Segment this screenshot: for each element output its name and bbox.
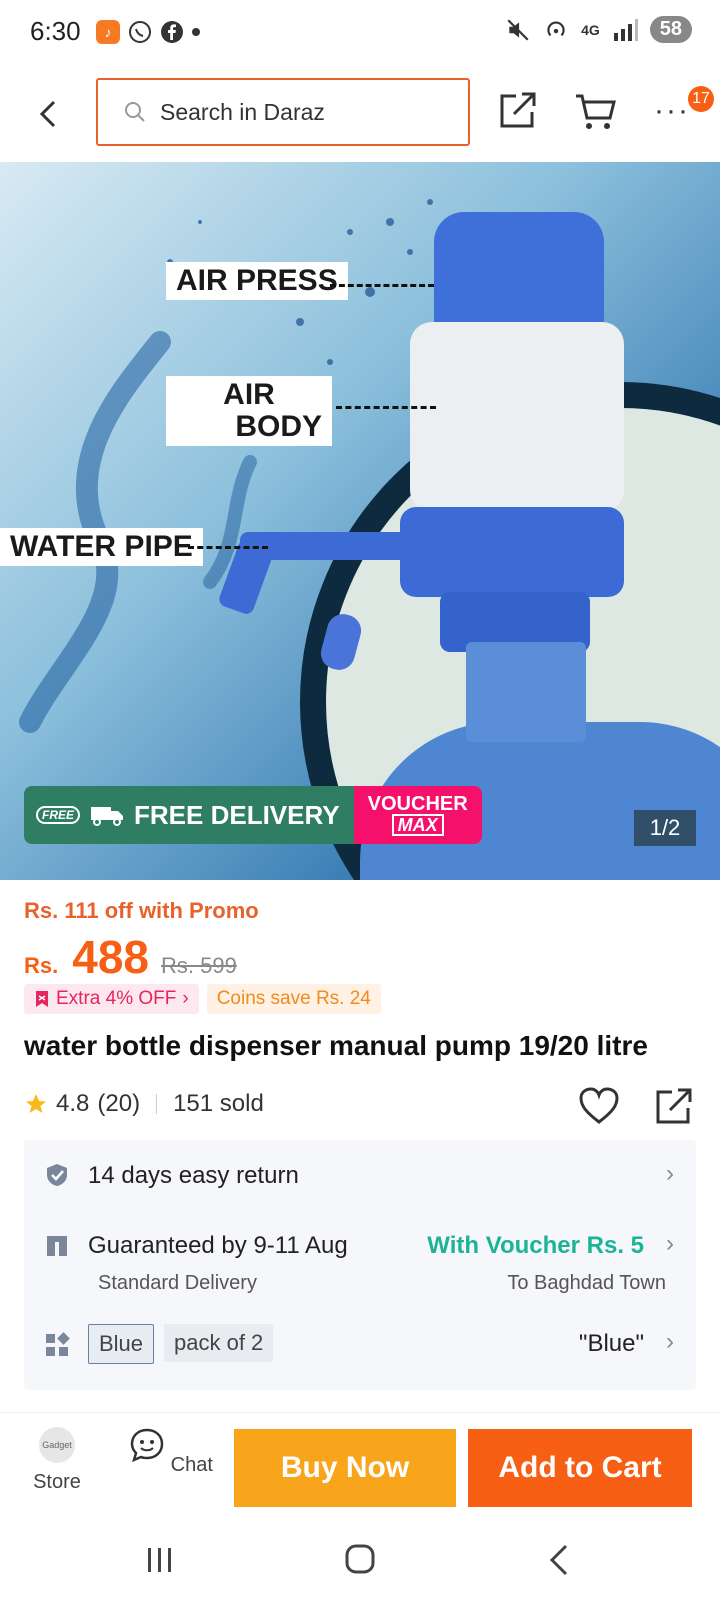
free-delivery-badge: FREE FREE DELIVERY: [24, 786, 354, 844]
voucher-text: VOUCHER: [367, 793, 468, 815]
delivery-voucher: With Voucher Rs. 5: [427, 1232, 644, 1259]
selected-variant: "Blue": [578, 1330, 644, 1357]
leader-line-water-pipe: [188, 546, 268, 549]
leader-line-air-press: [330, 284, 434, 287]
chevron-right-icon: ›: [666, 1230, 674, 1257]
return-text: 14 days easy return: [88, 1162, 299, 1189]
wishlist-heart-icon[interactable]: [578, 1086, 620, 1126]
home-icon[interactable]: [340, 1542, 380, 1578]
gift-box-icon: [47, 1236, 67, 1256]
delivery-type: Standard Delivery: [98, 1272, 257, 1294]
bottom-action-bar: Gadget Store Chat Buy Now Add to Cart: [0, 1412, 720, 1522]
system-nav-bar: [0, 1522, 720, 1600]
divider: [156, 1094, 158, 1114]
image-counter: 1/2: [634, 810, 696, 846]
voucher-max-text: MAX: [391, 814, 444, 836]
voucher-tag-icon: [36, 991, 48, 1007]
current-price: 488: [72, 931, 149, 983]
chevron-right-icon: ›: [666, 1160, 674, 1187]
pump-body: [410, 322, 624, 512]
delivery-row[interactable]: Guaranteed by 9-11 Aug With Voucher Rs. …: [24, 1212, 696, 1312]
label-body: BODY: [166, 408, 332, 446]
store-button[interactable]: Gadget Store: [12, 1427, 102, 1494]
delivery-destination: To Baghdad Town: [507, 1272, 666, 1294]
dot-icon: [192, 28, 200, 36]
store-logo-icon: Gadget: [39, 1427, 75, 1463]
recent-apps-icon[interactable]: [140, 1542, 180, 1578]
network-label: 4G: [581, 21, 600, 38]
add-to-cart-button[interactable]: Add to Cart: [468, 1429, 692, 1507]
guarantee-text: Guaranteed by 9-11 Aug: [88, 1232, 348, 1259]
back-nav-icon[interactable]: [540, 1542, 580, 1578]
search-placeholder: Search in Daraz: [160, 98, 325, 125]
notification-icons: ♪: [96, 20, 200, 44]
search-icon: [125, 102, 145, 122]
mute-icon: [507, 18, 529, 41]
product-title: water bottle dispenser manual pump 19/20…: [24, 1030, 648, 1061]
chat-button[interactable]: Chat: [126, 1427, 216, 1477]
promo-discount[interactable]: Rs. 111 off with Promo: [24, 898, 259, 924]
label-water-pipe: WATER PIPE: [0, 528, 203, 566]
coins-chip[interactable]: Coins save Rs. 24: [206, 984, 381, 1014]
variant-option-blue[interactable]: Blue: [88, 1324, 155, 1364]
share-icon[interactable]: [496, 88, 540, 132]
sold-count: 151 sold: [173, 1090, 264, 1117]
return-policy-row[interactable]: 14 days easy return ›: [24, 1140, 696, 1212]
variant-option-pack[interactable]: pack of 2: [164, 1324, 274, 1362]
offer-chips: Extra 4% OFF › Coins save Rs. 24: [24, 984, 381, 1014]
tiktok-icon: ♪: [96, 20, 120, 44]
chat-label: Chat: [170, 1454, 213, 1476]
chevron-right-icon: ›: [666, 1328, 674, 1355]
status-time: 6:30: [30, 16, 81, 46]
store-label: Store: [33, 1471, 81, 1493]
cart-icon[interactable]: [574, 92, 618, 132]
rating-row[interactable]: 4.8 (20) 151 sold: [24, 1090, 264, 1118]
status-right: 4G 58: [505, 16, 692, 43]
label-air-press: AIR PRESS: [166, 262, 348, 300]
price-currency: Rs.: [24, 953, 59, 978]
original-price: Rs. 599: [161, 953, 237, 978]
chat-icon: [130, 1428, 164, 1463]
status-bar: 6:30 ♪ 4G 58: [0, 0, 720, 68]
facebook-icon: [161, 21, 183, 43]
rating-value: 4.8: [56, 1090, 90, 1117]
variants-icon: [46, 1332, 70, 1356]
hotspot-icon: [547, 20, 565, 36]
notification-badge: 17: [688, 86, 714, 112]
review-count: (20): [97, 1090, 141, 1117]
product-image[interactable]: AIR PRESS AIR PUMP BODY WATER PIPE FREE …: [0, 162, 720, 880]
top-header: Search in Daraz ··· 17: [0, 68, 720, 162]
battery-indicator: 58: [649, 16, 692, 43]
whatsapp-icon: [129, 21, 151, 43]
buy-now-button[interactable]: Buy Now: [234, 1429, 456, 1507]
extra-off-text: Extra 4% OFF: [56, 988, 177, 1009]
search-input[interactable]: Search in Daraz: [96, 78, 470, 146]
more-menu-icon[interactable]: ···: [654, 94, 690, 128]
truck-icon: [91, 807, 124, 826]
star-icon: [26, 1094, 46, 1113]
shield-icon: [47, 1164, 67, 1186]
back-icon[interactable]: [30, 94, 70, 134]
variant-row[interactable]: Blue pack of 2 "Blue" ›: [24, 1308, 696, 1384]
price-row: Rs. 488 Rs. 599: [24, 930, 237, 984]
leader-line-air-pump: [336, 406, 436, 409]
info-panel: 14 days easy return › Guaranteed by 9-11…: [24, 1140, 696, 1390]
free-delivery-text: FREE DELIVERY: [134, 799, 340, 830]
free-tag: FREE: [36, 806, 81, 824]
share-product-icon[interactable]: [652, 1084, 696, 1128]
voucher-max-badge: VOUCHER MAX: [353, 786, 482, 844]
bottle-neck: [466, 642, 586, 742]
extra-off-chip[interactable]: Extra 4% OFF ›: [24, 984, 199, 1014]
promo-banner: FREE FREE DELIVERY VOUCHER MAX: [24, 786, 482, 844]
signal-icon: [613, 18, 638, 41]
chevron-right-icon: ›: [182, 988, 189, 1009]
